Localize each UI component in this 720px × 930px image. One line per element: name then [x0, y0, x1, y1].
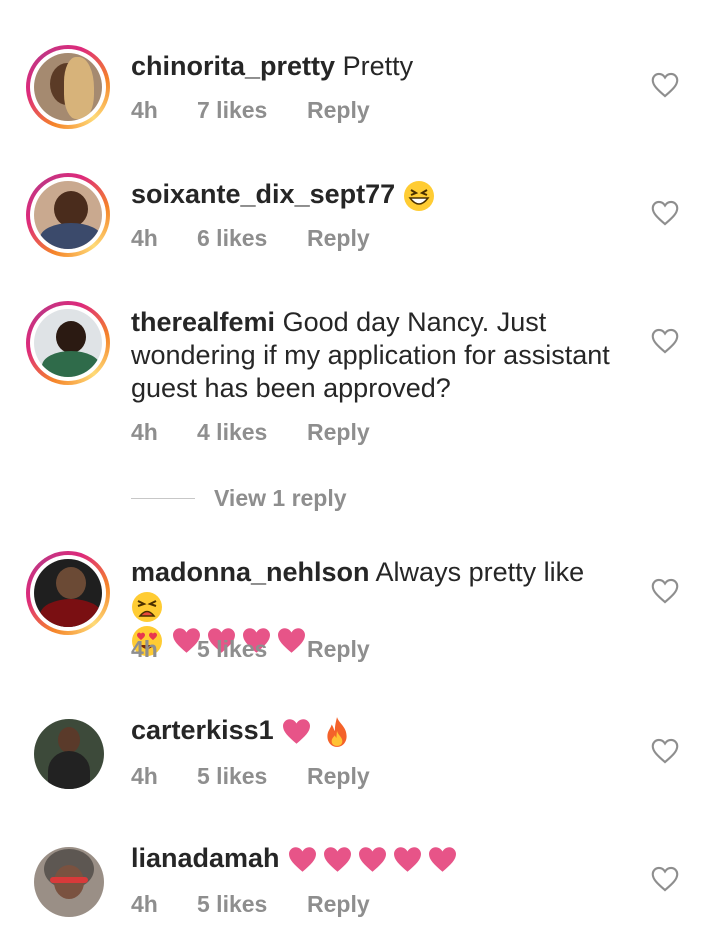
reply-button[interactable]: Reply: [307, 763, 370, 790]
avatar[interactable]: [26, 301, 110, 385]
heart-outline-icon[interactable]: [651, 328, 679, 354]
pink-heart-emoji: [359, 847, 387, 873]
heart-outline-icon[interactable]: [651, 72, 679, 98]
username[interactable]: carterkiss1: [131, 715, 274, 745]
comment-text: Pretty: [342, 51, 414, 81]
heart-outline-icon[interactable]: [651, 578, 679, 604]
likes-count[interactable]: 5 likes: [197, 636, 307, 663]
view-replies-button[interactable]: View 1 reply: [131, 485, 347, 512]
comment-time: 4h: [131, 225, 158, 251]
likes-count[interactable]: 7 likes: [197, 97, 307, 124]
fire-emoji: [327, 716, 347, 747]
likes-count[interactable]: 5 likes: [197, 763, 307, 790]
grinning-squint-emoji: [403, 180, 434, 211]
reply-button[interactable]: Reply: [307, 225, 370, 252]
avatar[interactable]: [26, 551, 110, 635]
tired-face-emoji: [132, 591, 162, 622]
likes-count[interactable]: 5 likes: [197, 891, 307, 918]
comment-time: 4h: [131, 419, 158, 445]
username[interactable]: therealfemi: [131, 307, 275, 337]
avatar[interactable]: [26, 173, 110, 257]
avatar[interactable]: [34, 847, 104, 917]
pink-heart-emoji: [394, 847, 422, 873]
comment-time: 4h: [131, 97, 158, 123]
reply-button[interactable]: Reply: [307, 636, 370, 663]
comment-time: 4h: [131, 763, 158, 789]
comment-text: Always pretty like: [375, 557, 585, 587]
reply-button[interactable]: Reply: [307, 419, 370, 446]
pink-heart-emoji: [289, 847, 317, 873]
reply-button[interactable]: Reply: [307, 891, 370, 918]
likes-count[interactable]: 4 likes: [197, 419, 307, 446]
pink-heart-emoji: [429, 847, 457, 873]
username[interactable]: madonna_nehlson: [131, 557, 370, 587]
heart-outline-icon[interactable]: [651, 738, 679, 764]
heart-outline-icon[interactable]: [651, 866, 679, 892]
username[interactable]: chinorita_pretty: [131, 51, 335, 81]
avatar[interactable]: [34, 719, 104, 789]
avatar[interactable]: [26, 45, 110, 129]
reply-button[interactable]: Reply: [307, 97, 370, 124]
reply-divider: [131, 498, 195, 499]
username[interactable]: lianadamah: [131, 843, 280, 873]
heart-outline-icon[interactable]: [651, 200, 679, 226]
likes-count[interactable]: 6 likes: [197, 225, 307, 252]
comment-time: 4h: [131, 891, 158, 917]
username[interactable]: soixante_dix_sept77: [131, 179, 395, 209]
comment-time: 4h: [131, 636, 158, 662]
view-replies-label[interactable]: View 1 reply: [214, 485, 347, 512]
pink-heart-emoji: [324, 847, 352, 873]
pink-heart-emoji: [283, 719, 311, 745]
